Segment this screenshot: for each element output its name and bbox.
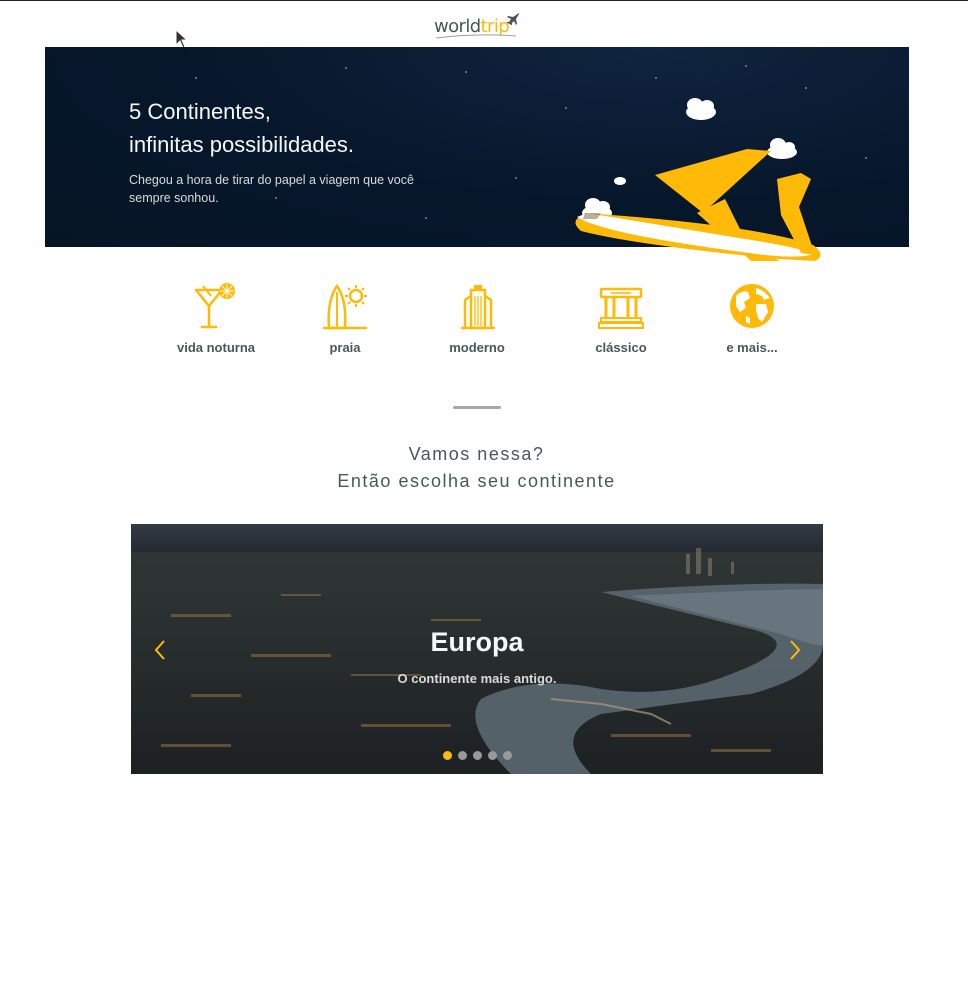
travel-type-label: praia — [329, 340, 361, 355]
surfboard-sun-icon — [323, 283, 367, 330]
section-heading: Vamos nessa? Então escolha seu continent… — [0, 441, 953, 495]
travel-type-label: clássico — [595, 340, 647, 355]
slider-dot[interactable] — [472, 751, 482, 760]
section-heading-line-2: Então escolha seu continente — [337, 471, 616, 491]
banner-title: 5 Continentes, infinitas possibilidades. — [129, 95, 489, 161]
travel-type-nightlife[interactable]: vida noturna — [172, 282, 260, 355]
travel-type-label: moderno — [449, 340, 505, 355]
slider-pagination — [131, 751, 823, 760]
cocktail-icon — [194, 283, 235, 329]
slide-title: Europa — [430, 627, 524, 657]
banner-subtitle: Chegou a hora de tirar do papel a viagem… — [129, 173, 414, 205]
chevron-left-icon[interactable] — [151, 637, 171, 663]
travel-type-more[interactable]: e mais... — [712, 282, 792, 355]
museum-icon — [598, 287, 644, 329]
travel-type-beach[interactable]: praia — [305, 282, 385, 355]
airplane-illustration — [575, 98, 821, 261]
travel-type-modern[interactable]: moderno — [437, 282, 517, 355]
slider-dot[interactable] — [457, 751, 467, 760]
continent-slider[interactable]: Europa O continente mais antigo. — [131, 524, 823, 774]
banner-title-line-2: infinitas possibilidades. — [129, 132, 355, 157]
cloud-icon — [582, 98, 797, 221]
chevron-right-icon[interactable] — [786, 637, 806, 663]
slide-subtitle: O continente mais antigo. — [397, 671, 557, 686]
header: world trip — [0, 1, 968, 47]
logo[interactable]: world trip — [434, 11, 519, 39]
travel-type-classic[interactable]: clássico — [581, 282, 661, 355]
logo-swoosh — [436, 34, 516, 39]
banner-title-line-1: 5 Continentes, — [129, 99, 271, 124]
slider-dot[interactable] — [502, 751, 512, 760]
travel-types: vida noturna praia moderno clássico e ma… — [0, 282, 968, 372]
slider-dot-active[interactable] — [442, 751, 452, 760]
travel-type-label: vida noturna — [176, 340, 255, 355]
slider-dot[interactable] — [487, 751, 497, 760]
section-divider — [453, 406, 501, 409]
airplane-icon — [507, 13, 519, 25]
section-heading-line-1: Vamos nessa? — [408, 444, 545, 464]
hero-banner: 5 Continentes, infinitas possibilidades.… — [45, 47, 909, 261]
mouse-cursor-icon — [175, 29, 189, 49]
globe-icon — [730, 284, 774, 328]
skyscraper-icon — [461, 285, 495, 330]
travel-type-label: e mais... — [726, 340, 778, 355]
